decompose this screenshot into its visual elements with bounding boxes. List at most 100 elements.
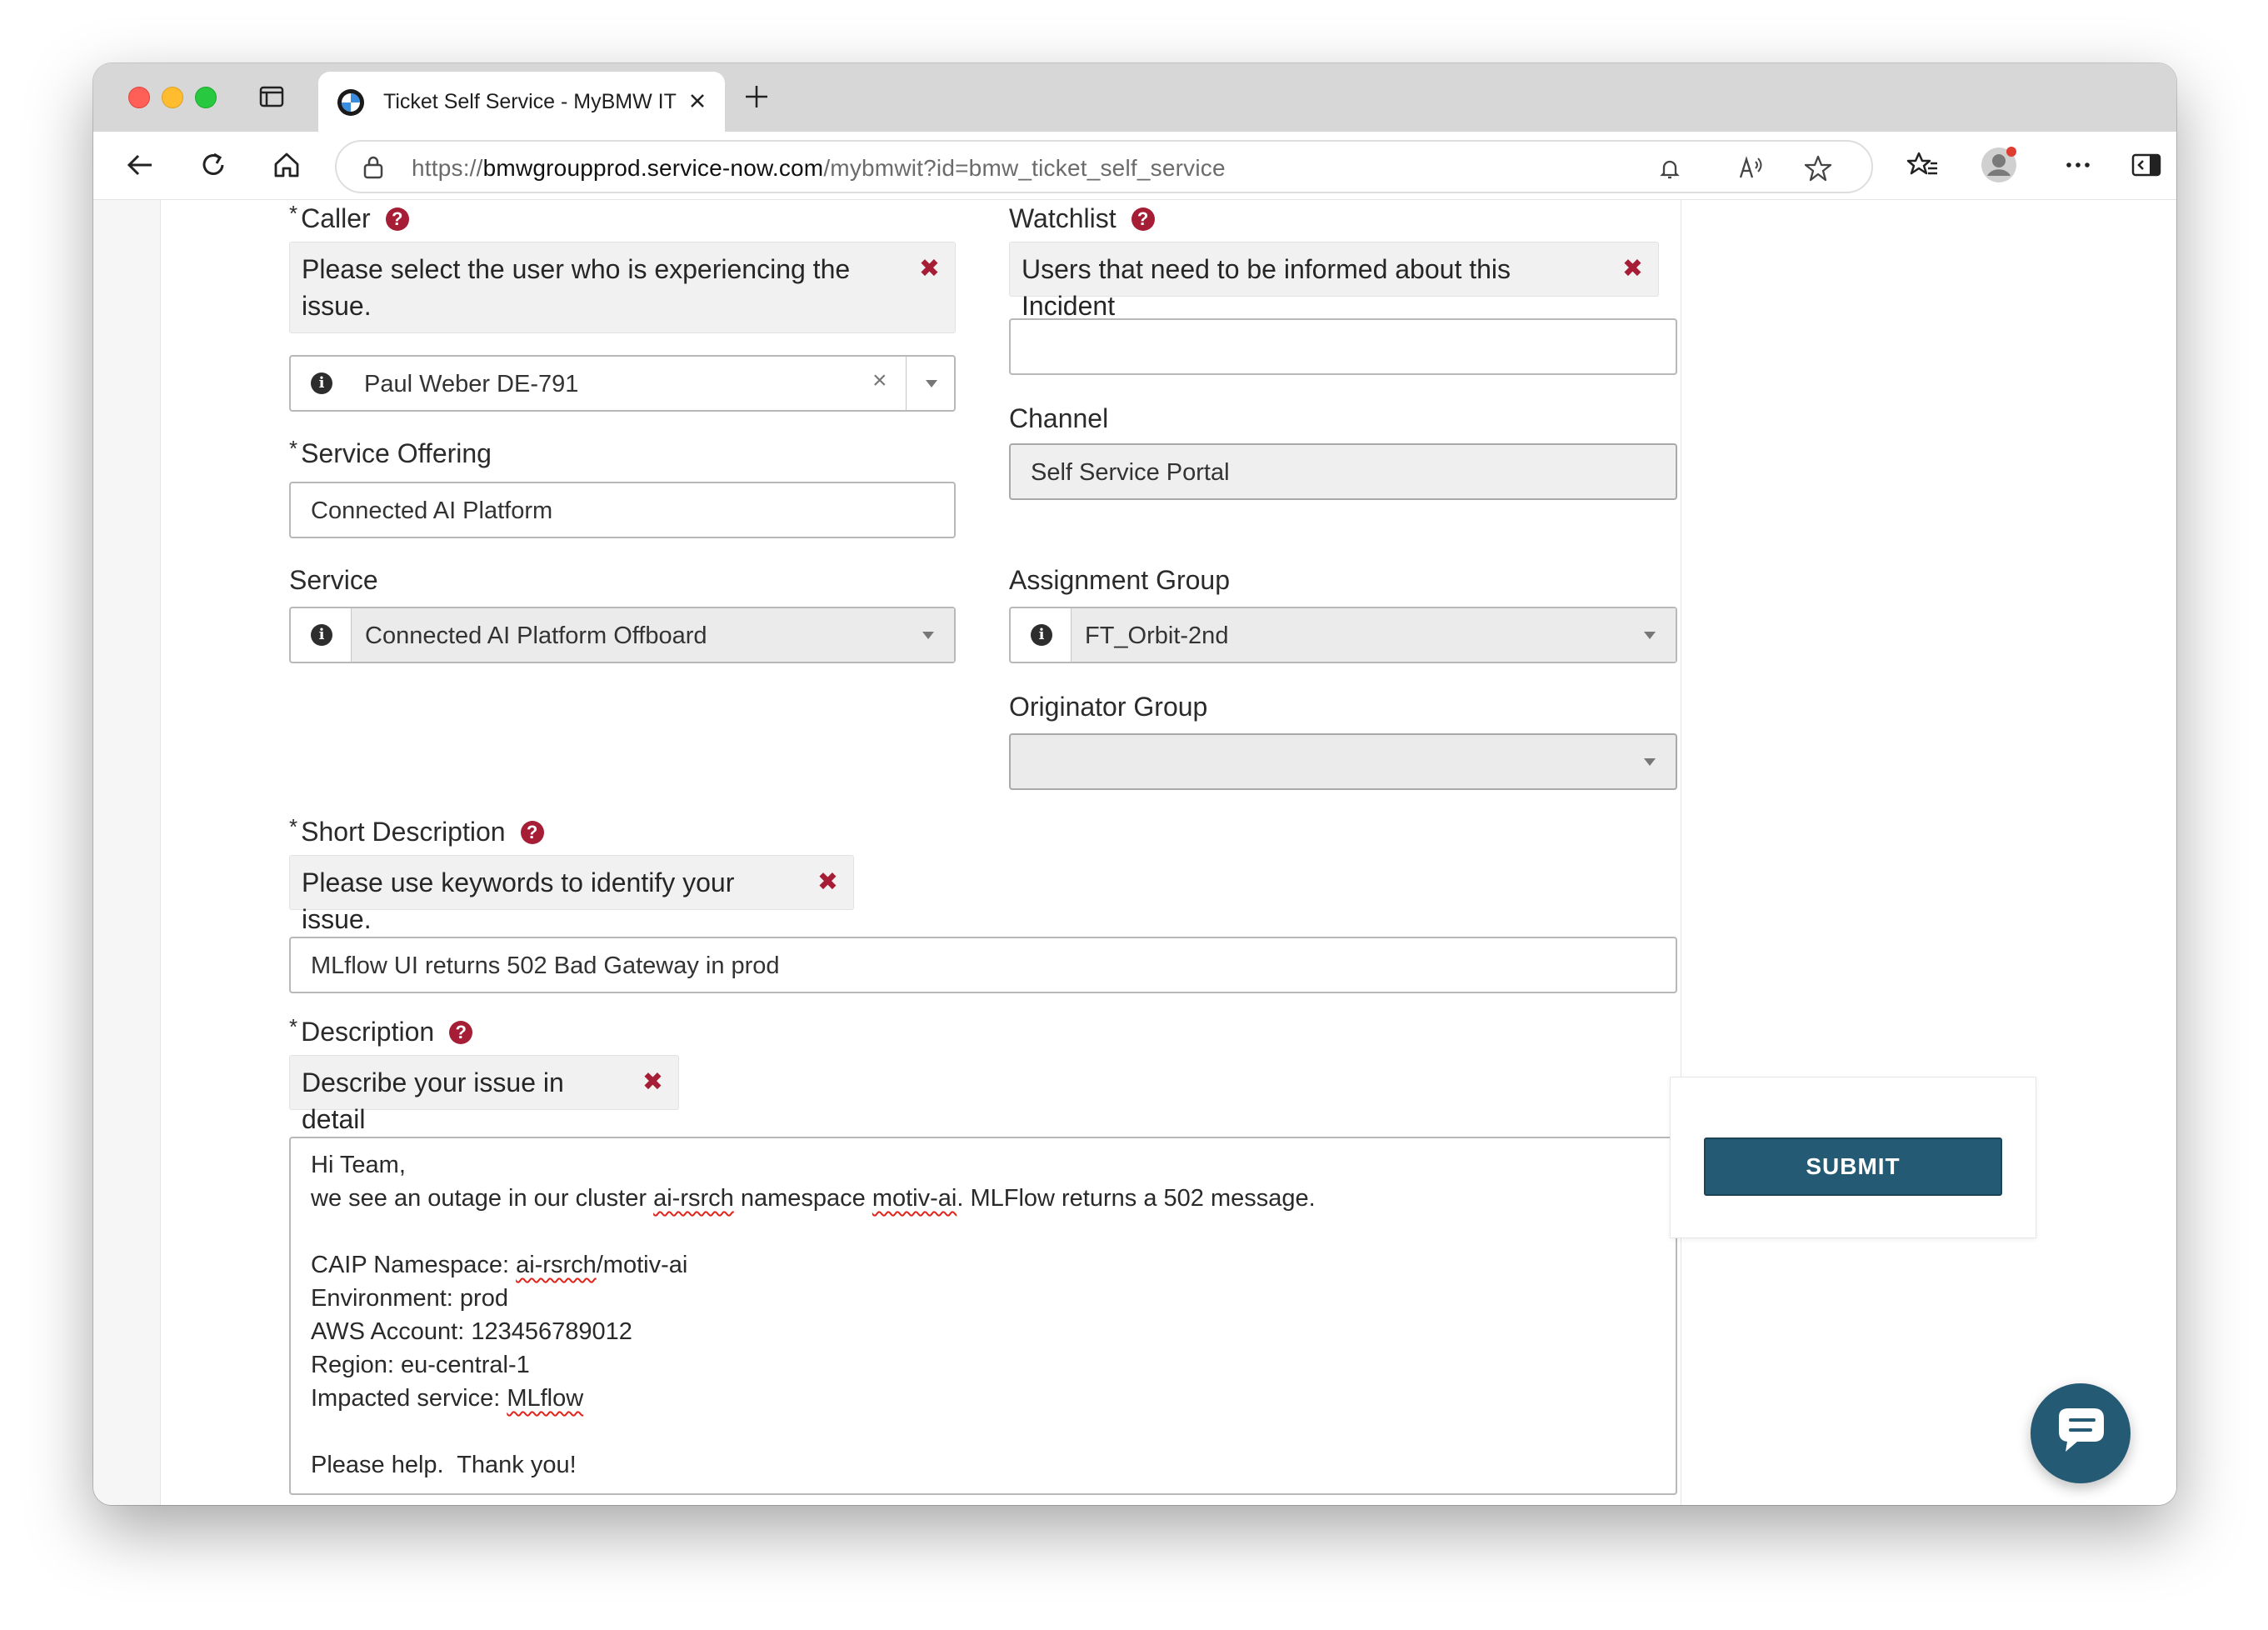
spellcheck-word: ai-rsrch: [653, 1185, 734, 1212]
more-options-icon[interactable]: [2061, 148, 2095, 182]
caller-hint-text: Please select the user who is experienci…: [302, 254, 851, 321]
tab-actions-icon[interactable]: [258, 83, 285, 110]
form-panel: * Caller ? Please select the user who is…: [160, 200, 1681, 1505]
chevron-down-icon[interactable]: [1644, 632, 1656, 639]
desc-line-6: AWS Account: 123456789012: [311, 1318, 632, 1345]
browser-toolbar: https://bmwgroupprod.service-now.com/myb…: [93, 132, 2176, 200]
home-icon[interactable]: [270, 148, 303, 182]
chevron-down-icon[interactable]: [922, 632, 934, 639]
required-mark: *: [289, 201, 298, 226]
address-bar[interactable]: https://bmwgroupprod.service-now.com/myb…: [335, 140, 1873, 193]
desc-line-4a: CAIP Namespace:: [311, 1252, 517, 1278]
desc-line-2c: namespace: [733, 1185, 872, 1212]
caller-help-icon[interactable]: ?: [385, 207, 409, 231]
watchlist-input[interactable]: [1009, 318, 1677, 375]
close-tab-icon[interactable]: [685, 88, 710, 113]
assignment-group-select[interactable]: i FT_Orbit-2nd: [1009, 607, 1677, 663]
desc-line-7: Region: eu-central-1: [311, 1352, 530, 1378]
description-help-icon[interactable]: ?: [449, 1020, 473, 1044]
short-description-hint-close-icon[interactable]: ✖: [817, 864, 838, 901]
right-sidebar: [1681, 200, 2176, 1505]
watchlist-hint-close-icon[interactable]: ✖: [1622, 251, 1643, 288]
description-textarea[interactable]: Hi Team, we see an outage in our cluster…: [289, 1137, 1677, 1495]
desc-line-2e: . MLFlow returns a 502 message.: [957, 1185, 1316, 1212]
new-tab-icon[interactable]: [742, 82, 772, 112]
required-mark: *: [289, 436, 298, 461]
desc-line-10: Please help. Thank you!: [311, 1452, 577, 1478]
description-label: * Description ?: [289, 1014, 473, 1048]
active-tab[interactable]: Ticket Self Service - MyBMW IT: [318, 72, 725, 132]
description-text[interactable]: Hi Team, we see an outage in our cluster…: [311, 1148, 1316, 1482]
description-hint: Describe your issue in detail ✖: [289, 1055, 679, 1134]
description-hint-close-icon[interactable]: ✖: [642, 1064, 663, 1101]
caller-label: * Caller ?: [289, 201, 409, 234]
caller-label-text: Caller: [301, 203, 371, 233]
favorites-icon[interactable]: [1906, 148, 1940, 182]
chevron-down-icon: [1644, 758, 1656, 766]
short-description-label-text: Short Description: [301, 817, 506, 847]
submit-button[interactable]: SUBMIT: [1704, 1138, 2002, 1196]
required-mark: *: [289, 1014, 298, 1039]
caller-hint: Please select the user who is experienci…: [289, 242, 956, 333]
required-mark: *: [289, 814, 298, 839]
channel-field: Self Service Portal: [1009, 443, 1677, 500]
chat-button[interactable]: [2031, 1383, 2131, 1483]
channel-value: Self Service Portal: [1031, 459, 1230, 486]
service-info-icon[interactable]: i: [311, 624, 332, 646]
service-select-box[interactable]: Connected AI Platform Offboard: [351, 608, 954, 662]
spellcheck-word: ai-rsrch: [516, 1252, 597, 1278]
url-text[interactable]: https://bmwgroupprod.service-now.com/myb…: [412, 155, 1226, 182]
desc-line-1: Hi Team,: [311, 1152, 406, 1178]
service-offering-label: * Service Offering: [289, 436, 492, 469]
caller-info-icon[interactable]: i: [311, 372, 332, 394]
assignment-group-label: Assignment Group: [1009, 565, 1231, 595]
caller-value: Paul Weber DE-791: [364, 371, 579, 398]
short-description-hint: Please use keywords to identify your iss…: [289, 855, 854, 934]
minimize-window-button[interactable]: [162, 87, 183, 108]
assignment-group-info-icon[interactable]: i: [1031, 624, 1052, 646]
sidebar-toggle-icon[interactable]: [2130, 148, 2163, 182]
page-content: * Caller ? Please select the user who is…: [93, 200, 2176, 1505]
caller-clear-icon[interactable]: ×: [872, 367, 887, 395]
originator-group-label: Originator Group: [1009, 692, 1208, 722]
short-description-hint-text: Please use keywords to identify your iss…: [302, 868, 735, 934]
desc-line-8a: Impacted service:: [311, 1385, 507, 1412]
chevron-down-icon[interactable]: [926, 380, 937, 388]
url-path: /mybmwit?id=bmw_ticket_self_service: [823, 155, 1226, 181]
service-label: Service: [289, 565, 378, 595]
short-description-value: MLflow UI returns 502 Bad Gateway in pro…: [311, 952, 780, 979]
watchlist-help-icon[interactable]: ?: [1131, 207, 1155, 231]
desc-line-5: Environment: prod: [311, 1285, 508, 1312]
watchlist-hint: Users that need to be informed about thi…: [1009, 242, 1659, 321]
desc-line-2a: we see an outage in our cluster: [311, 1185, 654, 1212]
notification-bell-icon[interactable]: [1655, 153, 1685, 183]
description-hint-text: Describe your issue in detail: [302, 1068, 564, 1134]
caller-select[interactable]: i Paul Weber DE-791 ×: [289, 355, 956, 412]
service-offering-value: Connected AI Platform: [311, 498, 553, 524]
short-description-input[interactable]: MLflow UI returns 502 Bad Gateway in pro…: [289, 937, 1677, 993]
favorite-star-icon[interactable]: [1803, 153, 1833, 183]
tab-bar: Ticket Self Service - MyBMW IT: [93, 63, 2176, 132]
browser-window: Ticket Self Service - MyBMW IT https://b…: [93, 63, 2176, 1505]
description-label-text: Description: [301, 1017, 435, 1047]
originator-group-select: [1009, 733, 1677, 790]
tab-title: Ticket Self Service - MyBMW IT: [383, 90, 677, 113]
service-select[interactable]: i Connected AI Platform Offboard: [289, 607, 956, 663]
service-offering-input[interactable]: Connected AI Platform: [289, 482, 956, 538]
short-description-help-icon[interactable]: ?: [520, 820, 544, 844]
profile-avatar-icon[interactable]: [1980, 146, 2018, 184]
spellcheck-word: MLflow: [507, 1385, 584, 1412]
url-scheme: https://: [412, 155, 483, 181]
close-window-button[interactable]: [128, 87, 150, 108]
caller-hint-close-icon[interactable]: ✖: [919, 251, 940, 288]
maximize-window-button[interactable]: [195, 87, 217, 108]
back-arrow-icon[interactable]: [123, 148, 157, 182]
lock-icon[interactable]: [362, 155, 385, 180]
spellcheck-word: motiv-ai: [872, 1185, 957, 1212]
service-offering-label-text: Service Offering: [301, 438, 492, 468]
reload-icon[interactable]: [197, 148, 230, 182]
desc-line-4c: /motiv-ai: [596, 1252, 688, 1278]
watchlist-hint-text: Users that need to be informed about thi…: [1022, 254, 1511, 321]
assignment-group-select-box[interactable]: FT_Orbit-2nd: [1071, 608, 1676, 662]
read-aloud-icon[interactable]: [1736, 153, 1766, 183]
